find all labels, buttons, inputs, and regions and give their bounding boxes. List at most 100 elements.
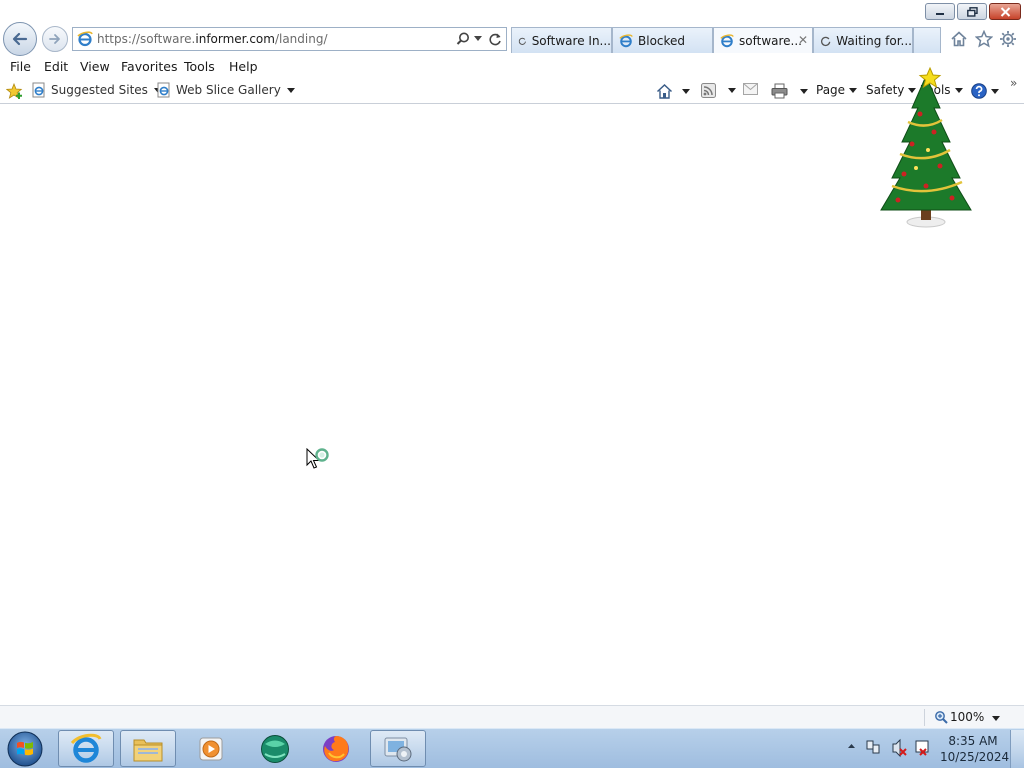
ie-page-icon bbox=[720, 33, 734, 47]
clock-date: 10/25/2024 bbox=[940, 750, 1010, 764]
zoom-icon bbox=[935, 711, 948, 724]
chevron-down-icon bbox=[286, 87, 295, 93]
menu-file[interactable]: File bbox=[10, 59, 31, 74]
tab-waiting[interactable]: Waiting for... bbox=[813, 27, 913, 53]
loading-spinner-icon bbox=[518, 37, 526, 45]
clock-time: 8:35 AM bbox=[948, 734, 998, 748]
mail-icon bbox=[743, 83, 758, 95]
page-menu[interactable]: Page bbox=[816, 83, 858, 97]
forward-button[interactable] bbox=[42, 26, 68, 52]
windows-start-button[interactable] bbox=[5, 730, 45, 768]
volume-muted-icon bbox=[892, 738, 907, 758]
address-bar[interactable]: https://software.informer.com/landing/ bbox=[72, 27, 507, 51]
web-slice-gallery-label: Web Slice Gallery bbox=[176, 83, 281, 97]
christmas-tree-image bbox=[880, 66, 972, 228]
taskbar: 8:35 AM 10/25/2024 bbox=[0, 728, 1024, 768]
media-player-icon bbox=[199, 737, 223, 760]
tab-software-informer[interactable]: Software In... bbox=[511, 27, 612, 53]
taskbar-firefox[interactable] bbox=[308, 730, 364, 767]
zoom-level: 100% bbox=[950, 710, 985, 724]
suggested-sites[interactable]: Suggested Sites bbox=[31, 82, 162, 98]
taskbar-internet-explorer[interactable] bbox=[58, 730, 114, 767]
ie-page-icon bbox=[619, 33, 633, 47]
firefox-icon bbox=[323, 735, 349, 762]
tab-blocked[interactable]: Blocked bbox=[612, 27, 713, 53]
ie-page-icon bbox=[77, 31, 93, 47]
web-slice-gallery[interactable]: Web Slice Gallery bbox=[156, 82, 295, 98]
status-divider bbox=[924, 709, 925, 726]
url-domain: informer.com bbox=[195, 32, 275, 46]
network-icon bbox=[866, 740, 880, 754]
gear-icon[interactable] bbox=[999, 30, 1017, 48]
refresh-icon[interactable] bbox=[487, 31, 503, 47]
tab-label: software... bbox=[739, 33, 802, 48]
zoom-control[interactable]: 100% bbox=[934, 710, 984, 724]
chevron-double-right-icon[interactable]: » bbox=[1010, 76, 1017, 90]
print-icon bbox=[771, 83, 788, 99]
chevron-down-icon bbox=[849, 87, 858, 93]
menu-bar: File Edit View Favorites Tools Help bbox=[0, 56, 1024, 77]
tab-software-active[interactable]: software... ✕ bbox=[713, 27, 813, 53]
arrow-right-icon bbox=[49, 34, 60, 44]
page-menu-label: Page bbox=[816, 83, 846, 97]
favorites-star-icon[interactable] bbox=[975, 30, 993, 48]
control-panel-icon bbox=[384, 737, 412, 761]
status-bar: 100% bbox=[0, 705, 1024, 728]
taskbar-media-player[interactable] bbox=[183, 730, 239, 767]
minimize-button[interactable] bbox=[925, 3, 955, 20]
browser-top-bar: https://software.informer.com/landing/ S… bbox=[0, 0, 1024, 56]
menu-help[interactable]: Help bbox=[229, 59, 258, 74]
show-hidden-icons-icon bbox=[848, 744, 855, 748]
url-prefix: https://software. bbox=[97, 32, 196, 46]
taskbar-file-explorer[interactable] bbox=[120, 730, 176, 767]
read-mail-command[interactable] bbox=[743, 83, 758, 95]
menu-tools[interactable]: Tools bbox=[184, 59, 215, 74]
suggested-sites-label: Suggested Sites bbox=[51, 83, 148, 97]
restore-button[interactable] bbox=[957, 3, 987, 20]
minimize-icon bbox=[936, 12, 944, 15]
internet-explorer-icon bbox=[70, 733, 102, 763]
folder-icon bbox=[133, 739, 163, 761]
back-button[interactable] bbox=[3, 22, 37, 56]
globe-app-icon bbox=[261, 734, 289, 763]
restore-icon bbox=[966, 6, 978, 17]
close-icon bbox=[1000, 6, 1010, 17]
ie-page-icon bbox=[32, 82, 45, 98]
menu-edit[interactable]: Edit bbox=[44, 59, 68, 74]
busy-cursor-icon bbox=[306, 448, 329, 469]
close-window-button[interactable] bbox=[989, 3, 1021, 20]
search-dropdown-icon[interactable] bbox=[474, 36, 482, 42]
favorites-bar: Suggested Sites Web Slice Gallery Page S… bbox=[0, 76, 1024, 104]
ie-page-icon bbox=[157, 82, 170, 98]
print-command[interactable] bbox=[771, 83, 808, 99]
home-icon[interactable] bbox=[950, 30, 968, 48]
home-command[interactable] bbox=[656, 83, 690, 100]
chevron-down-icon bbox=[800, 88, 808, 94]
taskbar-clock[interactable]: 8:35 AM 10/25/2024 bbox=[940, 733, 1010, 765]
chevron-down-icon bbox=[728, 88, 736, 93]
chevron-down-icon bbox=[682, 89, 690, 94]
page-content bbox=[0, 105, 1024, 705]
feeds-command[interactable] bbox=[701, 83, 736, 98]
action-center-alert-icon bbox=[915, 740, 929, 756]
rss-feed-icon bbox=[701, 83, 716, 98]
url-text[interactable]: https://software.informer.com/landing/ bbox=[97, 32, 328, 46]
system-tray bbox=[848, 738, 929, 758]
menu-favorites[interactable]: Favorites bbox=[121, 59, 177, 74]
tab-label: Blocked bbox=[638, 33, 686, 48]
zoom-dropdown-icon[interactable] bbox=[992, 716, 1000, 721]
loading-spinner-icon bbox=[821, 36, 831, 46]
taskbar-control-panel[interactable] bbox=[370, 730, 426, 767]
favorites-add-icon[interactable] bbox=[6, 83, 24, 100]
help-menu[interactable] bbox=[971, 83, 999, 99]
show-desktop-button[interactable] bbox=[1010, 730, 1024, 768]
taskbar-app-globe[interactable] bbox=[247, 730, 303, 767]
search-icon[interactable] bbox=[455, 31, 471, 47]
tab-label: Software In... bbox=[531, 33, 611, 48]
chevron-down-icon bbox=[991, 88, 999, 94]
arrow-left-icon bbox=[12, 32, 28, 46]
new-tab-button[interactable] bbox=[913, 27, 941, 53]
menu-view[interactable]: View bbox=[80, 59, 110, 74]
close-tab-icon[interactable]: ✕ bbox=[798, 33, 808, 47]
url-path: /landing/ bbox=[274, 32, 328, 46]
